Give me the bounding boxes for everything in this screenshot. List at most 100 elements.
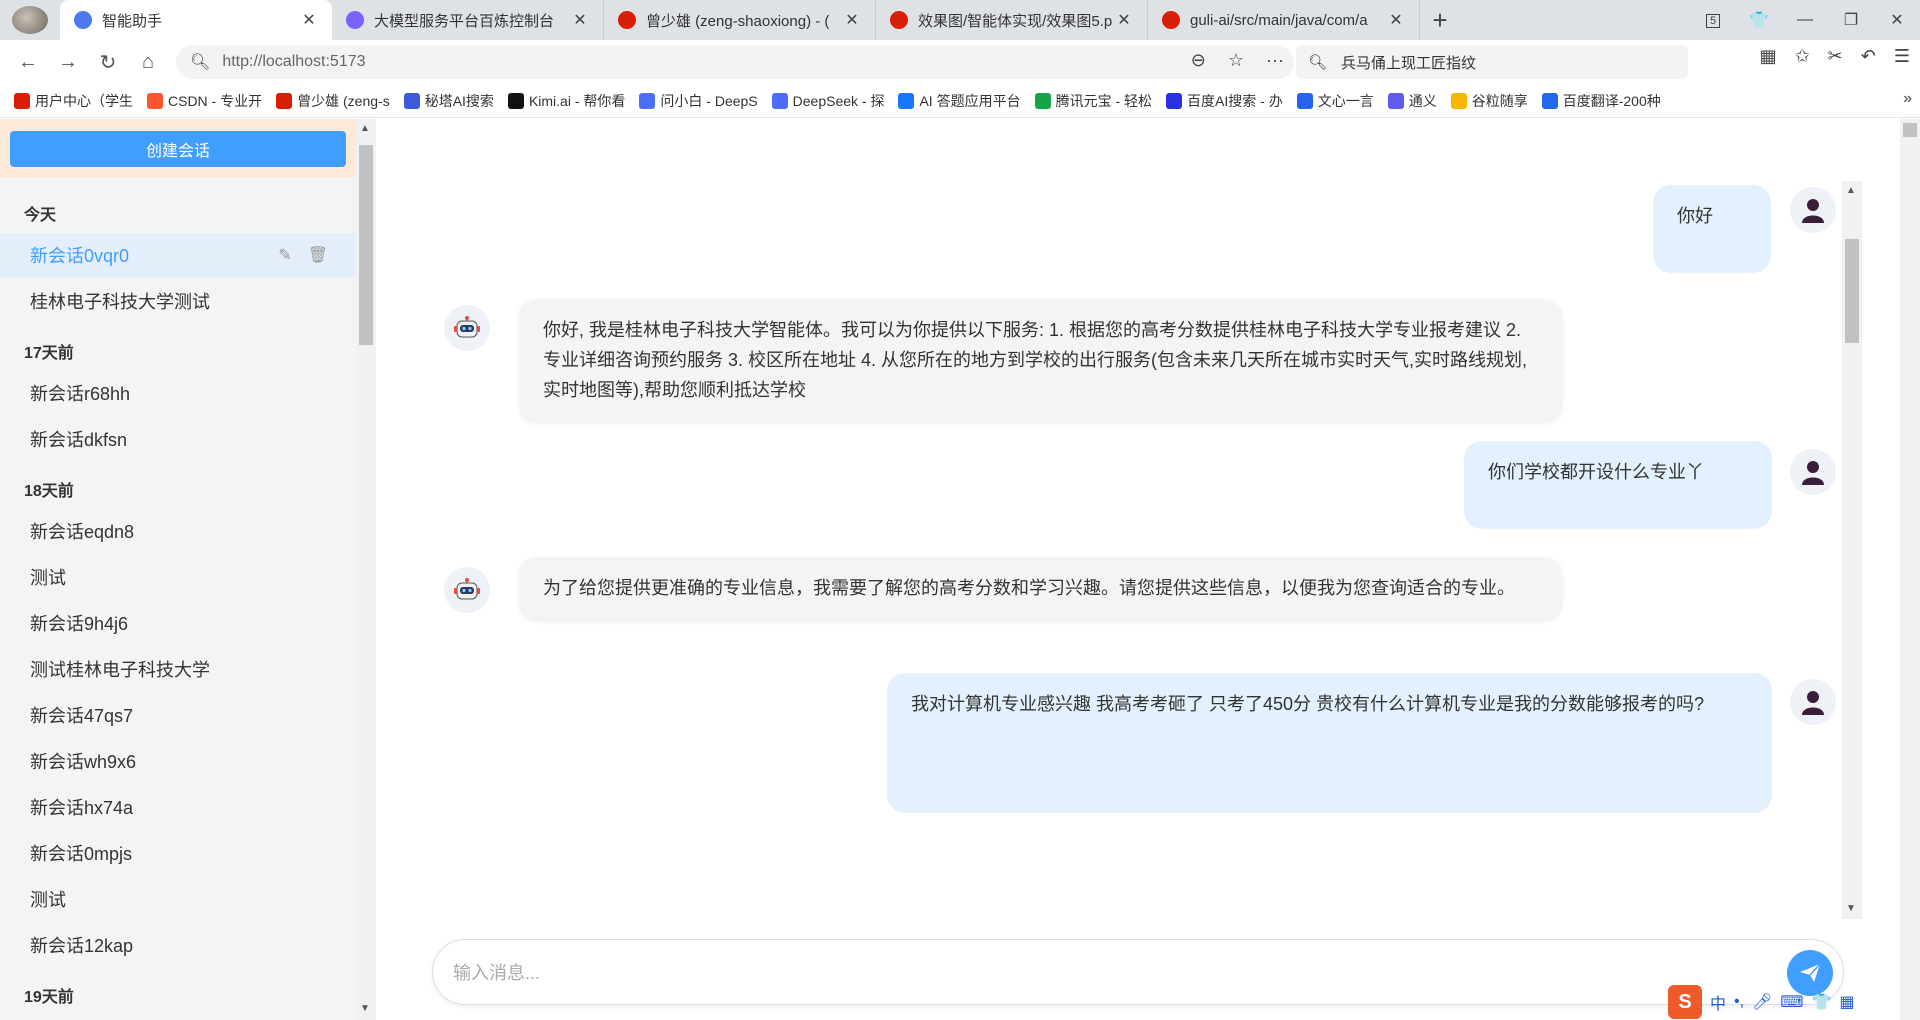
session-item[interactable]: 新会话r68hh <box>0 371 356 415</box>
window-controls: 5 👕 — ❐ ✕ <box>1690 0 1920 40</box>
message-input[interactable] <box>453 958 1753 988</box>
session-item[interactable]: 测试 <box>0 555 356 599</box>
chat-scroll-thumb[interactable] <box>1845 239 1859 343</box>
scroll-down-icon[interactable]: ▼ <box>1846 903 1856 914</box>
forward-icon[interactable]: → <box>48 42 88 82</box>
session-item[interactable]: 新会话eqdn8 <box>0 509 356 553</box>
favicon-icon <box>618 11 636 29</box>
profile-avatar[interactable] <box>12 6 48 34</box>
close-tab-icon[interactable]: ✕ <box>571 10 589 30</box>
browser-tabbar: 智能助手 ✕ 大模型服务平台百炼控制台 ✕ 曾少雄 (zeng-shaoxiong) -… <box>0 0 1920 40</box>
close-window-icon[interactable]: ✕ <box>1874 10 1920 30</box>
bookmark-icon <box>771 92 788 109</box>
chat-scrollbar[interactable]: ▲ ▼ <box>1842 181 1862 919</box>
session-item-label: 新会话0mpjs <box>30 844 133 864</box>
tab-count-icon[interactable]: 5 <box>1690 11 1736 29</box>
ime-language[interactable]: 中 <box>1710 990 1726 1014</box>
menu-icon[interactable]: ☰ <box>1894 46 1910 67</box>
favorites-icon[interactable]: ✩ <box>1795 46 1810 67</box>
keyboard-icon[interactable]: ⌨ <box>1780 992 1803 1012</box>
mic-icon[interactable]: 🎤︎ <box>1752 992 1772 1012</box>
bookmark-item[interactable]: 百度AI搜索 - 办 <box>1166 91 1283 111</box>
bookmark-item[interactable]: 秘塔AI搜索 <box>403 91 494 111</box>
close-tab-icon[interactable]: ✕ <box>843 10 861 30</box>
session-item-label: 新会话12kap <box>30 936 134 956</box>
sidebar-scroll-thumb[interactable] <box>359 145 373 345</box>
session-item-label: 新会话47qs7 <box>30 706 134 726</box>
message-bubble: 为了给您提供更准确的专业信息，我需要了解您的高考分数和学习兴趣。请您提供这些信息… <box>519 557 1562 619</box>
bookmark-item[interactable]: 通义 <box>1387 91 1437 111</box>
page-scrollbar[interactable] <box>1900 119 1920 1020</box>
bookmark-item[interactable]: Kimi.ai - 帮你看 <box>507 91 625 111</box>
bookmark-item[interactable]: DeepSeek - 探 <box>771 91 884 111</box>
tab-title: 效果图/智能体实现/效果图5.p <box>918 12 1113 30</box>
delete-icon[interactable]: 🗑︎ <box>308 245 328 265</box>
scroll-down-icon[interactable]: ▼ <box>360 1003 370 1014</box>
new-tab-icon[interactable]: + <box>1420 0 1460 40</box>
message-bubble: 我对计算机专业感兴趣 我高考考砸了 只考了450分 贵校有什么计算机专业是我的分… <box>887 673 1772 813</box>
bookmark-item[interactable]: 腾讯元宝 - 轻松 <box>1034 91 1152 111</box>
star-icon[interactable]: ☆ <box>1228 50 1244 71</box>
scroll-up-icon[interactable]: ▲ <box>1846 185 1856 196</box>
sidebar-scrollbar[interactable]: ▲ ▼ <box>356 119 376 1020</box>
bookmark-item[interactable]: 问小白 - DeepS <box>639 91 758 111</box>
browser-tab[interactable]: 曾少雄 (zeng-shaoxiong) - (✕ <box>604 0 876 40</box>
sogou-logo-icon[interactable]: S <box>1668 985 1702 1019</box>
home-icon[interactable]: ⌂ <box>128 42 168 82</box>
page-scroll-thumb[interactable] <box>1903 123 1917 137</box>
session-item[interactable]: 测试桂林电子科技大学 <box>0 647 356 691</box>
bookmark-label: 百度翻译-200种 <box>1562 92 1661 109</box>
skin-icon[interactable]: 👕 <box>1811 992 1831 1012</box>
more-icon[interactable]: ··· <box>1266 50 1284 71</box>
session-item[interactable]: 新会话wh9x6 <box>0 739 356 783</box>
bookmark-icon <box>276 92 293 109</box>
session-item[interactable]: 测试 <box>0 877 356 921</box>
browser-tab[interactable]: guli-ai/src/main/java/com/a ✕ <box>1148 0 1420 40</box>
bookmark-item[interactable]: 曾少雄 (zeng-s <box>276 91 390 111</box>
bookmark-icon <box>1541 92 1558 109</box>
bookmarks-more-icon[interactable]: » <box>1903 90 1912 108</box>
bookmark-item[interactable]: CSDN - 专业开 <box>147 91 262 111</box>
shirt-icon[interactable]: 👕 <box>1736 10 1782 30</box>
bookmark-item[interactable]: 用户中心（学生 <box>14 91 133 111</box>
session-item[interactable]: 新会话0mpjs <box>0 831 356 875</box>
scissors-icon[interactable]: ✂ <box>1828 46 1843 67</box>
sidebar: 创建会话 今天 新会话0vqr0 ✎ 🗑︎ 桂林电子科技大学测试 17天前 新会话r68hh… <box>0 119 356 1020</box>
bookmark-item[interactable]: 百度翻译-200种 <box>1541 91 1661 111</box>
session-item[interactable]: 桂林电子科技大学测试 <box>0 279 356 323</box>
session-item[interactable]: 新会话hx74a <box>0 785 356 829</box>
zoom-icon[interactable]: ⊖ <box>1191 50 1206 71</box>
browser-search-field[interactable]: 🔍︎ 兵马俑上现工匠指纹 <box>1296 45 1688 79</box>
ime-toolbar: S 中 •, 🎤︎ ⌨ 👕 ▦ <box>1668 984 1920 1020</box>
bookmark-item[interactable]: 文心一言 <box>1296 91 1374 111</box>
bookmark-icon <box>898 92 915 109</box>
url-field[interactable]: 🔍︎ http://localhost:5173 ⊖ ☆ ··· <box>176 45 1294 79</box>
session-item[interactable]: 新会话47qs7 <box>0 693 356 737</box>
punctuation-icon[interactable]: •, <box>1734 993 1744 1011</box>
undo-icon[interactable]: ↶ <box>1861 46 1876 67</box>
session-item[interactable]: 新会话0vqr0 ✎ 🗑︎ <box>0 233 356 277</box>
reload-icon[interactable]: ↻ <box>88 42 128 82</box>
session-item[interactable]: 新会话12kap <box>0 923 356 967</box>
edit-icon[interactable]: ✎ <box>278 245 291 265</box>
apps-grid-icon[interactable]: ▦ <box>1760 46 1777 67</box>
close-tab-icon[interactable]: ✕ <box>300 10 318 30</box>
browser-tab[interactable]: 智能助手 ✕ <box>60 0 332 40</box>
create-area: 创建会话 <box>0 119 356 177</box>
bookmark-item[interactable]: 谷粒随享 <box>1450 91 1528 111</box>
message-list: 你好 你好, 我是桂林电子科技大学智能体。我可以为你提供以下服务: 1. 根据您的… <box>376 179 1864 919</box>
minimize-icon[interactable]: — <box>1782 11 1828 29</box>
browser-tab[interactable]: 大模型服务平台百炼控制台 ✕ <box>332 0 604 40</box>
restore-icon[interactable]: ❐ <box>1828 10 1874 30</box>
session-item[interactable]: 新会话dkfsn <box>0 417 356 461</box>
back-icon[interactable]: ← <box>8 42 48 82</box>
browser-tab[interactable]: 效果图/智能体实现/效果图5.p ✕ <box>876 0 1148 40</box>
grid-icon[interactable]: ▦ <box>1839 992 1854 1012</box>
close-tab-icon[interactable]: ✕ <box>1387 10 1405 30</box>
close-tab-icon[interactable]: ✕ <box>1115 10 1133 30</box>
create-session-button[interactable]: 创建会话 <box>10 131 346 167</box>
bookmark-label: 谷粒随享 <box>1471 92 1528 109</box>
bookmark-item[interactable]: AI 答题应用平台 <box>898 91 1021 111</box>
scroll-up-icon[interactable]: ▲ <box>360 123 370 134</box>
session-item[interactable]: 新会话9h4j6 <box>0 601 356 645</box>
